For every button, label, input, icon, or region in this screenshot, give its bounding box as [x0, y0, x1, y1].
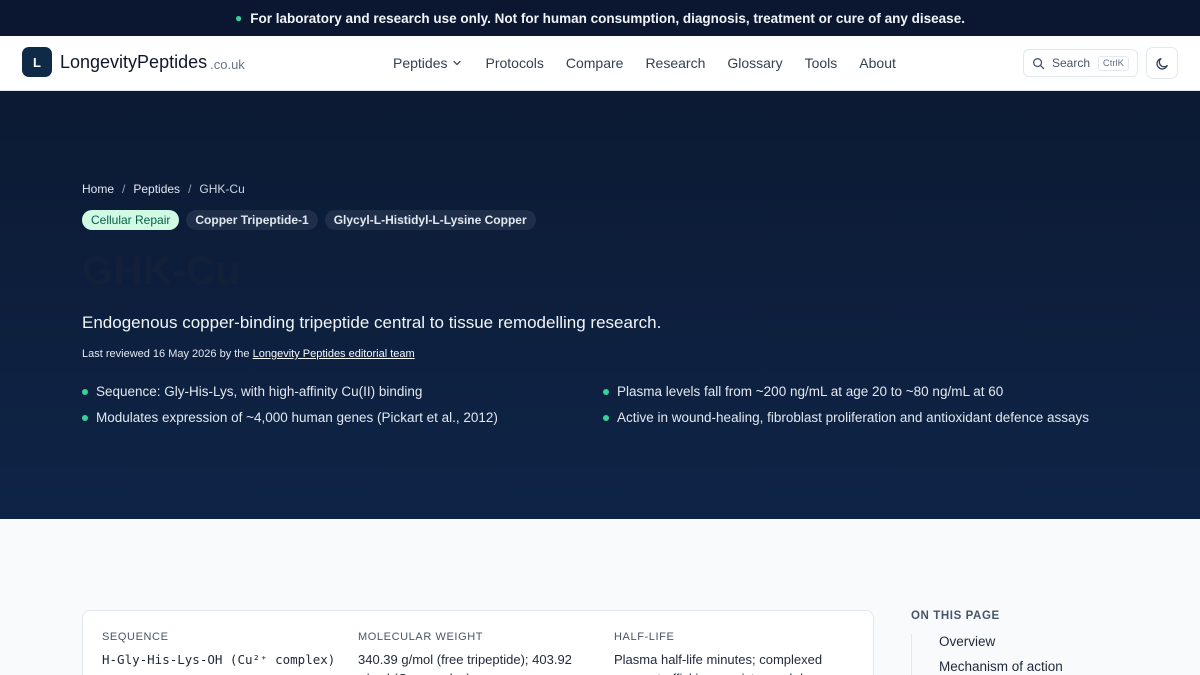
- logo-mark: L: [22, 47, 52, 77]
- breadcrumb-separator: /: [122, 182, 126, 196]
- theme-toggle-button[interactable]: [1146, 47, 1178, 79]
- key-facts-right: Plasma levels fall from ~200 ng/mL at ag…: [603, 384, 1123, 436]
- menu-item-label: Peptides: [393, 55, 448, 71]
- breadcrumb-home[interactable]: Home: [82, 182, 114, 196]
- hero-section: Home / Peptides / GHK-Cu Cellular Repair…: [0, 91, 1200, 519]
- search-label: Search: [1052, 56, 1091, 70]
- bullet-icon: [82, 389, 88, 395]
- menu-item-compare[interactable]: Compare: [566, 55, 624, 71]
- menu-item-about[interactable]: About: [859, 55, 896, 71]
- search-button[interactable]: Search CtrlK: [1023, 49, 1138, 77]
- tag-list: Cellular Repair Copper Tripeptide-1 Glyc…: [82, 210, 543, 230]
- search-shortcut: CtrlK: [1097, 55, 1129, 71]
- top-navigation: L LongevityPeptides .co.uk Peptides Prot…: [0, 36, 1200, 91]
- menu-item-tools[interactable]: Tools: [805, 55, 838, 71]
- editorial-team-link[interactable]: Longevity Peptides editorial team: [253, 348, 415, 360]
- breadcrumb-current: GHK-Cu: [199, 182, 245, 196]
- menu-item-glossary[interactable]: Glossary: [727, 55, 782, 71]
- bullet-icon: [603, 389, 609, 395]
- key-fact: Modulates expression of ~4,000 human gen…: [82, 410, 582, 436]
- toc-list: Overview Mechanism of action: [911, 634, 1111, 675]
- spec-value: Plasma half-life minutes; complexed copp…: [614, 652, 836, 675]
- key-fact-text: Plasma levels fall from ~200 ng/mL at ag…: [617, 384, 1004, 399]
- table-of-contents: On this page Overview Mechanism of actio…: [911, 610, 1111, 675]
- site-logo[interactable]: L LongevityPeptides .co.uk: [22, 47, 245, 77]
- spec-molecular-weight: Molecular weight 340.39 g/mol (free trip…: [358, 631, 598, 675]
- moon-icon: [1155, 57, 1168, 70]
- logo-brand: LongevityPeptides: [60, 51, 208, 72]
- banner-dot-icon: ●: [235, 11, 243, 25]
- page-subtitle: Endogenous copper-binding tripeptide cen…: [82, 313, 662, 332]
- tag-alias: Copper Tripeptide-1: [186, 210, 318, 230]
- banner-text: For laboratory and research use only. No…: [250, 10, 965, 26]
- review-note: Last reviewed 16 May 2026 by the Longevi…: [82, 348, 415, 360]
- key-fact: Plasma levels fall from ~200 ng/mL at ag…: [603, 384, 1123, 410]
- bullet-icon: [603, 415, 609, 421]
- disclaimer-banner: ● For laboratory and research use only. …: [0, 0, 1200, 36]
- spec-value: 340.39 g/mol (free tripeptide); 403.92 g…: [358, 652, 572, 675]
- tag-alias: Glycyl-L-Histidyl-L-Lysine Copper: [324, 210, 536, 230]
- tag-category[interactable]: Cellular Repair: [82, 210, 180, 230]
- breadcrumb-separator: /: [188, 182, 192, 196]
- chevron-down-icon: [453, 60, 462, 66]
- menu-item-peptides[interactable]: Peptides: [393, 55, 463, 71]
- page-title: GHK-Cu: [82, 249, 241, 293]
- key-fact-text: Sequence: Gly-His-Lys, with high-affinit…: [96, 384, 423, 399]
- logo-tld: .co.uk: [210, 56, 245, 72]
- key-facts-left: Sequence: Gly-His-Lys, with high-affinit…: [82, 384, 582, 436]
- spec-label: Sequence: [102, 631, 169, 643]
- menu-item-protocols[interactable]: Protocols: [485, 55, 543, 71]
- key-fact: Sequence: Gly-His-Lys, with high-affinit…: [82, 384, 582, 410]
- spec-card: Sequence H-Gly-His-Lys-OH (Cu²⁺ complex)…: [82, 610, 874, 675]
- key-fact: Active in wound-healing, fibroblast prol…: [603, 410, 1123, 436]
- spec-sequence: Sequence H-Gly-His-Lys-OH (Cu²⁺ complex): [102, 631, 342, 669]
- key-fact-text: Active in wound-healing, fibroblast prol…: [617, 410, 1090, 425]
- spec-value: H-Gly-His-Lys-OH (Cu²⁺ complex): [102, 652, 336, 667]
- key-fact-text: Modulates expression of ~4,000 human gen…: [96, 410, 498, 425]
- breadcrumb-peptides[interactable]: Peptides: [133, 182, 180, 196]
- spec-label: Half-life: [614, 631, 675, 643]
- bullet-icon: [82, 415, 88, 421]
- toc-title: On this page: [911, 610, 1000, 622]
- spec-label: Molecular weight: [358, 631, 484, 643]
- search-icon: [1033, 57, 1045, 69]
- toc-item-mechanism[interactable]: Mechanism of action: [939, 659, 1111, 675]
- toc-item-overview[interactable]: Overview: [939, 634, 1111, 659]
- spec-half-life: Half-life Plasma half-life minutes; comp…: [614, 631, 854, 675]
- breadcrumb: Home / Peptides / GHK-Cu: [82, 182, 245, 196]
- main-menu: Peptides Protocols Compare Research Glos…: [393, 36, 918, 90]
- review-prefix: Last reviewed 16 May 2026 by the: [82, 348, 250, 360]
- menu-item-research[interactable]: Research: [645, 55, 705, 71]
